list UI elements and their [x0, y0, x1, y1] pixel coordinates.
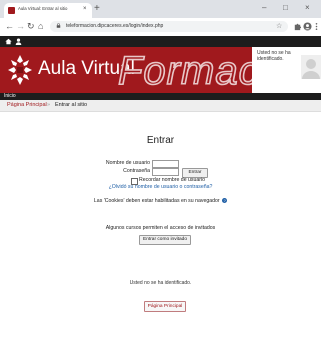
browser-toolbar: ← → ↻ ⌂ teleformacion.dipcaceres.es/logi…	[0, 18, 321, 37]
bookmark-star-icon[interactable]: ☆	[276, 22, 282, 31]
home-icon[interactable]	[5, 38, 12, 45]
cookies-note-text: Las 'Cookies' deben estar habilitadas en…	[93, 198, 220, 204]
guest-access-note: Algunos cursos permiten el acceso de inv…	[105, 225, 216, 231]
url-text: teleformacion.dipcaceres.es/login/index.…	[66, 23, 164, 29]
nav-inicio[interactable]: Inicio	[4, 93, 16, 100]
password-label: Contraseña	[123, 168, 150, 174]
forward-button[interactable]: →	[16, 20, 25, 33]
login-status-text: Usted no se ha identificado.	[257, 50, 291, 62]
footer-login-status: Usted no se ha identificado.	[129, 280, 192, 286]
crest-logo-icon	[8, 55, 32, 85]
new-tab-button[interactable]: +	[94, 3, 100, 15]
password-input[interactable]	[152, 168, 179, 176]
nav-bar: Inicio	[0, 93, 321, 100]
avatar	[301, 55, 321, 79]
guest-login-button[interactable]: Entrar como invitado	[139, 235, 191, 245]
site-top-bar	[0, 36, 321, 47]
address-bar[interactable]: teleformacion.dipcaceres.es/login/index.…	[50, 21, 288, 32]
login-info-box: Usted no se ha identificado.	[252, 47, 321, 93]
restore-button[interactable]: □	[283, 2, 288, 14]
username-input[interactable]	[152, 160, 179, 168]
page-title: Entrar	[146, 135, 175, 146]
reload-button[interactable]: ↻	[27, 20, 35, 33]
remember-username-label: Recordar nombre de usuario	[139, 177, 206, 183]
browser-tab[interactable]: Aula Virtual: Entrar al sitio ×	[4, 3, 92, 18]
home-page-button[interactable]: Página Principal	[144, 301, 186, 312]
breadcrumb-separator: »	[47, 102, 51, 108]
breadcrumb-current: Entrar al sitio	[55, 102, 88, 108]
home-button[interactable]: ⌂	[38, 20, 43, 33]
site-header: Aula Virtual Formación Usted no se ha id…	[0, 47, 321, 93]
profile-icon[interactable]	[303, 22, 312, 31]
extensions-icon[interactable]	[293, 22, 302, 31]
help-icon[interactable]: ?	[222, 198, 228, 204]
browser-tabstrip: Aula Virtual: Entrar al sitio × + – □ ×	[0, 0, 321, 18]
cookies-note: Las 'Cookies' deben estar habilitadas en…	[0, 198, 321, 205]
username-label: Nombre de usuario	[105, 160, 150, 166]
breadcrumb: Página Principal » Entrar al sitio	[0, 100, 321, 112]
minimize-button[interactable]: –	[262, 2, 266, 14]
tab-close-icon[interactable]: ×	[83, 5, 87, 13]
tab-favicon-icon	[8, 7, 15, 14]
forgot-password-link[interactable]: ¿Olvidó su nombre de usuario o contraseñ…	[0, 184, 321, 191]
close-window-button[interactable]: ×	[305, 2, 310, 14]
tab-title: Aula Virtual: Entrar al sitio	[18, 6, 68, 11]
back-button[interactable]: ←	[5, 20, 14, 33]
browser-menu-icon[interactable]	[314, 22, 319, 31]
breadcrumb-home-link[interactable]: Página Principal	[7, 102, 47, 109]
lock-icon	[56, 23, 61, 28]
user-icon[interactable]	[15, 38, 22, 45]
